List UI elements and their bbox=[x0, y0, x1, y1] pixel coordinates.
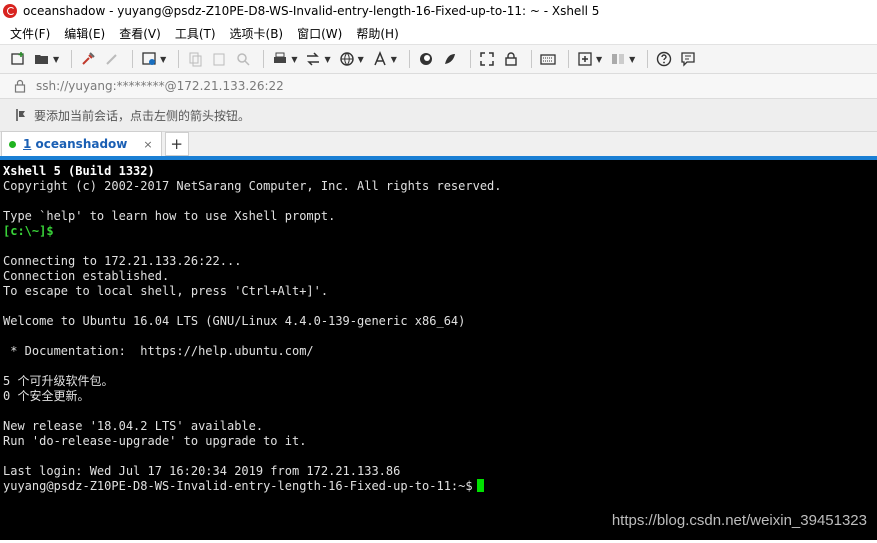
menu-window[interactable]: 窗口(W) bbox=[297, 25, 342, 42]
toolbar-divider bbox=[530, 50, 532, 68]
terminal-line: Run 'do-release-upgrade' to upgrade to i… bbox=[3, 434, 307, 448]
menu-help[interactable]: 帮助(H) bbox=[356, 25, 398, 42]
session-address[interactable]: ssh://yuyang:********@172.21.133.26:22 bbox=[36, 79, 284, 93]
lock-icon[interactable] bbox=[501, 49, 521, 69]
add-icon[interactable] bbox=[575, 49, 595, 69]
remote-prompt: yuyang@psdz-Z10PE-D8-WS-Invalid-entry-le… bbox=[3, 479, 473, 493]
chevron-down-icon[interactable]: ▼ bbox=[358, 55, 364, 64]
menu-file[interactable]: 文件(F) bbox=[10, 25, 50, 42]
terminal-line: Type `help' to learn how to use Xshell p… bbox=[3, 209, 336, 223]
transfer-icon[interactable] bbox=[303, 49, 323, 69]
xshell-app-icon bbox=[3, 4, 17, 18]
layout-icon[interactable] bbox=[608, 49, 628, 69]
chevron-down-icon[interactable]: ▼ bbox=[629, 55, 635, 64]
keyboard-icon[interactable] bbox=[538, 49, 558, 69]
fullscreen-icon[interactable] bbox=[477, 49, 497, 69]
hint-text: 要添加当前会话，点击左侧的箭头按钮。 bbox=[34, 108, 251, 123]
terminal-line: 0 个安全更新。 bbox=[3, 389, 90, 403]
watermark: https://blog.csdn.net/weixin_39451323 bbox=[611, 512, 867, 529]
disconnect-icon[interactable] bbox=[102, 49, 122, 69]
tab-name: oceanshadow bbox=[35, 137, 128, 151]
toolbar-divider bbox=[178, 50, 180, 68]
toolbar-divider bbox=[132, 50, 134, 68]
address-bar[interactable]: ssh://yuyang:********@172.21.133.26:22 bbox=[0, 74, 877, 99]
terminal-line: Xshell 5 (Build 1332) bbox=[3, 164, 155, 178]
menu-bar: 文件(F) 编辑(E) 查看(V) 工具(T) 选项卡(B) 窗口(W) 帮助(… bbox=[0, 22, 877, 45]
session-hint-bar: 要添加当前会话，点击左侧的箭头按钮。 bbox=[0, 99, 877, 132]
terminal-line: Welcome to Ubuntu 16.04 LTS (GNU/Linux 4… bbox=[3, 314, 466, 328]
find-icon[interactable] bbox=[233, 49, 253, 69]
globe-icon[interactable] bbox=[337, 49, 357, 69]
help-icon[interactable] bbox=[654, 49, 674, 69]
properties-icon[interactable] bbox=[139, 49, 159, 69]
chevron-down-icon[interactable]: ▼ bbox=[53, 55, 59, 64]
terminal-line: Connection established. bbox=[3, 269, 170, 283]
menu-edit[interactable]: 编辑(E) bbox=[64, 25, 105, 42]
script-icon[interactable] bbox=[440, 49, 460, 69]
terminal-line: New release '18.04.2 LTS' available. bbox=[3, 419, 264, 433]
connected-status-icon bbox=[9, 140, 16, 148]
menu-view[interactable]: 查看(V) bbox=[119, 25, 161, 42]
chevron-down-icon[interactable]: ▼ bbox=[160, 55, 166, 64]
title-bar: oceanshadow - yuyang@psdz-Z10PE-D8-WS-In… bbox=[0, 0, 877, 22]
menu-tools[interactable]: 工具(T) bbox=[175, 25, 216, 42]
connect-icon[interactable] bbox=[78, 49, 98, 69]
chevron-down-icon[interactable]: ▼ bbox=[596, 55, 602, 64]
terminal-line: To escape to local shell, press 'Ctrl+Al… bbox=[3, 284, 329, 298]
tab-bar: 1 oceanshadow × + bbox=[0, 131, 877, 156]
paste-icon[interactable] bbox=[209, 49, 229, 69]
terminal-area[interactable]: Xshell 5 (Build 1332) Copyright (c) 2002… bbox=[0, 160, 877, 540]
window-title: oceanshadow - yuyang@psdz-Z10PE-D8-WS-In… bbox=[23, 4, 600, 18]
terminal-line: Copyright (c) 2002-2017 NetSarang Comput… bbox=[3, 179, 502, 193]
tab-oceanshadow[interactable]: 1 oceanshadow × bbox=[1, 131, 162, 156]
local-prompt: [c:\~]$ bbox=[3, 224, 54, 238]
print-icon[interactable] bbox=[270, 49, 290, 69]
toolbar-divider bbox=[567, 50, 569, 68]
toolbar-divider bbox=[469, 50, 471, 68]
toolbar: ▼ ▼ ▼ ▼ ▼ ▼ ▼ ▼ bbox=[0, 45, 877, 74]
text-cursor bbox=[476, 479, 484, 492]
lock-icon bbox=[14, 79, 26, 93]
menu-tabs[interactable]: 选项卡(B) bbox=[230, 25, 284, 42]
terminal-line: 5 个可升级软件包。 bbox=[3, 374, 114, 388]
chevron-down-icon[interactable]: ▼ bbox=[324, 55, 330, 64]
tab-label: 1 oceanshadow bbox=[23, 137, 127, 151]
copy-icon[interactable] bbox=[185, 49, 205, 69]
toolbar-divider bbox=[263, 50, 265, 68]
open-folder-icon[interactable] bbox=[32, 49, 52, 69]
tab-number: 1 bbox=[23, 137, 32, 151]
chevron-down-icon[interactable]: ▼ bbox=[391, 55, 397, 64]
xftp-icon[interactable] bbox=[416, 49, 436, 69]
font-icon[interactable] bbox=[370, 49, 390, 69]
terminal-line: * Documentation: https://help.ubuntu.com… bbox=[3, 344, 314, 358]
chat-icon[interactable] bbox=[678, 49, 698, 69]
new-session-icon[interactable] bbox=[8, 49, 28, 69]
terminal-line: Last login: Wed Jul 17 16:20:34 2019 fro… bbox=[3, 464, 401, 478]
remote-prompt-line: yuyang@psdz-Z10PE-D8-WS-Invalid-entry-le… bbox=[3, 479, 874, 494]
toolbar-divider bbox=[647, 50, 649, 68]
toolbar-divider bbox=[71, 50, 73, 68]
chevron-down-icon[interactable]: ▼ bbox=[291, 55, 297, 64]
terminal-line: Connecting to 172.21.133.26:22... bbox=[3, 254, 242, 268]
toolbar-divider bbox=[408, 50, 410, 68]
add-tab-button[interactable]: + bbox=[164, 132, 189, 156]
close-icon[interactable]: × bbox=[143, 138, 152, 151]
arrow-icon[interactable] bbox=[14, 108, 28, 122]
